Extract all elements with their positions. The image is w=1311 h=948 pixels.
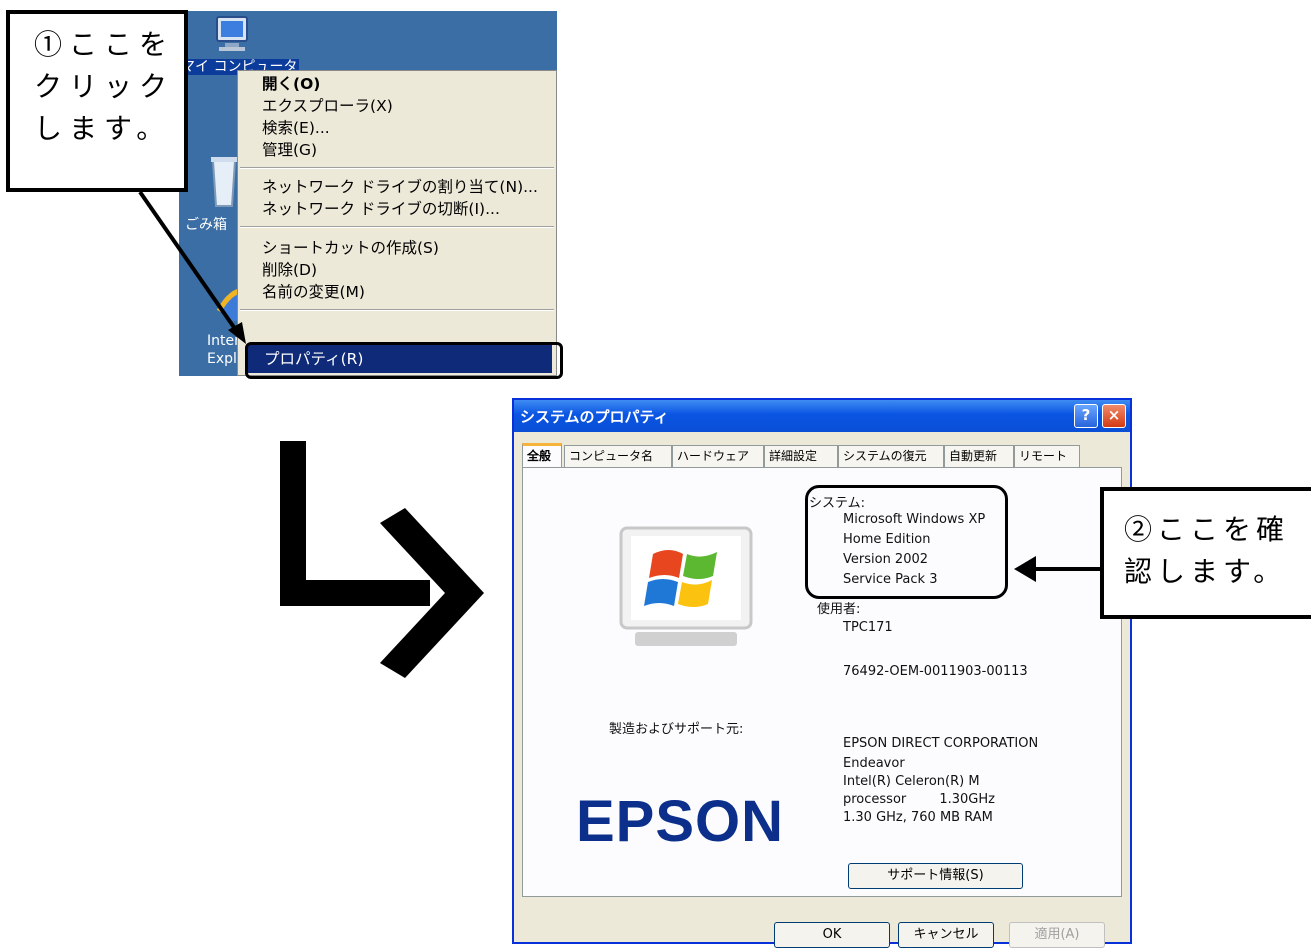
pointer-arrow-step-2	[1014, 556, 1100, 582]
callout-step-2-line-2: 認します。	[1124, 555, 1287, 588]
callout-step-2: ②ここを確 認します。	[1100, 487, 1311, 619]
callout-step-2-line-1: ②ここを確	[1124, 513, 1290, 546]
